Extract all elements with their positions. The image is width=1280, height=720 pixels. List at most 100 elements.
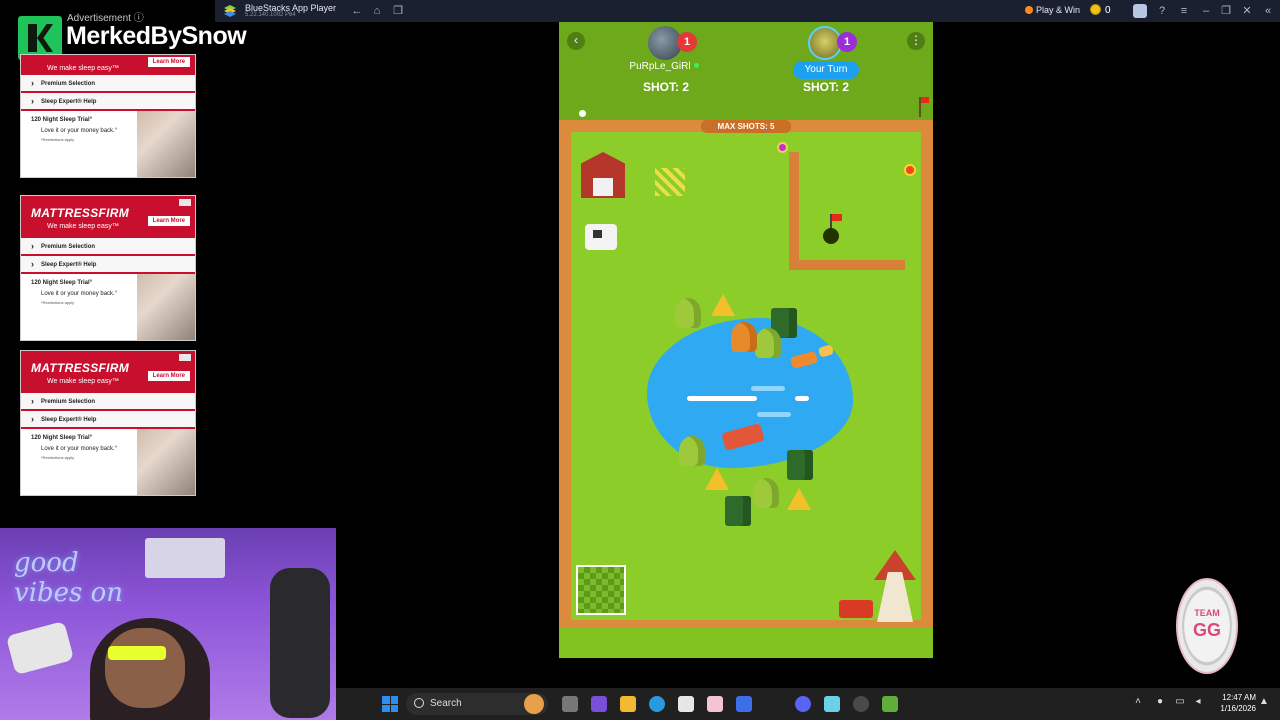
player2-badge: 1 <box>837 32 857 52</box>
chevron-up-icon[interactable]: ˄ <box>1132 696 1144 708</box>
play-win-button[interactable]: Play & Win <box>1025 5 1080 15</box>
team-gg-line1: TEAM <box>1194 608 1220 618</box>
task-view-icon[interactable] <box>562 696 578 712</box>
volume-icon[interactable]: ◂ <box>1192 696 1204 708</box>
ad-choices-icon[interactable] <box>179 354 191 361</box>
file-explorer-icon[interactable] <box>620 696 636 712</box>
obs-icon[interactable] <box>853 696 869 712</box>
course-wall <box>789 260 905 270</box>
ad-trial-title: 120 Night Sleep Trial° <box>31 280 93 286</box>
player1-name: PuRpLe_GiRl <box>619 61 709 72</box>
ad-choices-icon[interactable] <box>179 199 191 206</box>
tree <box>755 328 781 358</box>
home-icon[interactable]: ⌂ <box>370 4 384 18</box>
copilot-icon[interactable] <box>736 696 752 712</box>
taskbar-clock[interactable]: 12:47 AM 1/16/2026 <box>1206 692 1256 714</box>
tree-autumn <box>731 322 757 352</box>
restore-icon[interactable]: ❐ <box>1219 4 1233 18</box>
mattress-ad-2[interactable]: MATTRESSFIRM We make sleep easy™ Learn M… <box>20 195 196 341</box>
clock-date: 1/16/2026 <box>1220 704 1256 713</box>
truck <box>839 600 873 618</box>
ad-trial-text: Love it or your money back.° <box>41 128 118 134</box>
golf-ball-purple[interactable] <box>777 142 788 153</box>
microsoft-store-icon[interactable] <box>678 696 694 712</box>
screen: BlueStacks App Player 5.22.140.1002 P64 … <box>0 0 1280 720</box>
golf-hole <box>823 228 839 244</box>
notification-bell-icon[interactable]: ▲ <box>1258 696 1270 708</box>
tree <box>679 436 705 466</box>
coin-icon <box>1090 4 1101 15</box>
teams-icon[interactable] <box>591 696 607 712</box>
profile-avatar-icon[interactable] <box>1133 4 1147 18</box>
player1-badge: 1 <box>677 32 697 52</box>
online-status-icon <box>693 63 699 68</box>
tree <box>753 478 779 508</box>
mic-arm <box>270 568 330 718</box>
webcam-feed: good vibes on <box>0 528 336 720</box>
ad-item-premium[interactable]: Premium Selection <box>21 393 195 411</box>
help-icon[interactable]: ? <box>1155 4 1169 18</box>
streamer-face <box>105 628 185 708</box>
bluestacks-titlebar: BlueStacks App Player 5.22.140.1002 P64 … <box>215 0 1280 22</box>
windows-start-icon[interactable] <box>382 696 398 712</box>
learn-more-button[interactable]: Learn More <box>147 57 190 67</box>
multi-instance-icon[interactable]: ❐ <box>391 4 405 18</box>
mini-golf-game[interactable]: ‹ ⋮ 1 PuRpLe_GiRl SHOT: 2 1 Your Turn SH… <box>559 22 933 658</box>
air-conditioner <box>145 538 225 578</box>
photos-icon[interactable] <box>707 696 723 712</box>
weather-widget-icon[interactable] <box>524 694 544 714</box>
progress-flag-icon <box>919 97 929 117</box>
edge-browser-icon[interactable] <box>649 696 665 712</box>
ad-item-sleep-expert[interactable]: Sleep Expert® Help <box>21 411 195 429</box>
tree <box>787 450 813 480</box>
clock-time: 12:47 AM <box>1222 693 1256 702</box>
hamburger-menu-icon[interactable]: ≡ <box>1177 4 1191 18</box>
team-gg-badge: TEAM GG <box>1176 578 1238 674</box>
sidebar-toggle-icon[interactable]: « <box>1261 4 1275 18</box>
ad-brand: MATTRESSFIRM <box>31 206 130 220</box>
play-win-label: Play & Win <box>1036 5 1081 15</box>
microphone-icon[interactable]: ● <box>1154 696 1166 708</box>
close-icon[interactable]: ✕ <box>1240 4 1254 18</box>
play-win-icon <box>1025 6 1033 14</box>
player1-shots: SHOT: 2 <box>642 80 689 94</box>
player1-name-text: PuRpLe_GiRl <box>629 61 691 72</box>
coin-count: 0 <box>1105 5 1111 16</box>
network-icon[interactable]: ▭ <box>1174 696 1186 708</box>
ad-trial: 120 Night Sleep Trial° Love it or your m… <box>21 429 195 483</box>
ad-trial: 120 Night Sleep Trial° Love it or your m… <box>21 274 195 328</box>
bluestacks-taskbar-icon[interactable] <box>882 696 898 712</box>
mattress-ad-3[interactable]: MATTRESSFIRM We make sleep easy™ Learn M… <box>20 350 196 496</box>
max-shots-label: MAX SHOTS: 5 <box>701 120 791 133</box>
learn-more-button[interactable]: Learn More <box>147 216 190 226</box>
player2-shots: SHOT: 2 <box>802 80 849 94</box>
ad-trial-note: *Restrictions apply <box>41 455 75 460</box>
advertisement-label: Advertisement ⓘ <box>67 13 144 24</box>
ad-slogan: We make sleep easy™ <box>47 223 119 230</box>
ad-trial-note: *Restrictions apply <box>41 300 75 305</box>
mattress-ad-1[interactable]: We make sleep easy™ Learn More Premium S… <box>20 54 196 178</box>
barn-door <box>593 178 613 196</box>
ad-trial-title: 120 Night Sleep Trial° <box>31 117 93 123</box>
ad-item-sleep-expert[interactable]: Sleep Expert® Help <box>21 256 195 274</box>
ad-trial-note: *Restrictions apply <box>41 137 75 142</box>
back-arrow-icon[interactable]: ← <box>350 4 364 18</box>
ad-item-premium[interactable]: Premium Selection <box>21 75 195 93</box>
more-menu-button[interactable]: ⋮ <box>907 32 925 50</box>
coin-balance[interactable]: 0 <box>1090 4 1111 16</box>
discord-icon[interactable] <box>795 696 811 712</box>
ad-slogan: We make sleep easy™ <box>47 378 119 385</box>
tree <box>675 298 701 328</box>
course-wall <box>789 152 799 268</box>
ad-item-sleep-expert[interactable]: Sleep Expert® Help <box>21 93 195 111</box>
ad-item-premium[interactable]: Premium Selection <box>21 238 195 256</box>
neon-sign: good vibes on <box>14 548 124 608</box>
learn-more-button[interactable]: Learn More <box>147 371 190 381</box>
back-button[interactable]: ‹ <box>567 32 585 50</box>
notepad-icon[interactable] <box>824 696 840 712</box>
ad-trial-text: Love it or your money back.° <box>41 291 118 297</box>
minimize-icon[interactable]: – <box>1199 4 1213 18</box>
cow <box>585 224 617 250</box>
minimap-thumbnail[interactable] <box>576 565 626 615</box>
streamer-name: MerkedBySnow <box>66 22 247 50</box>
